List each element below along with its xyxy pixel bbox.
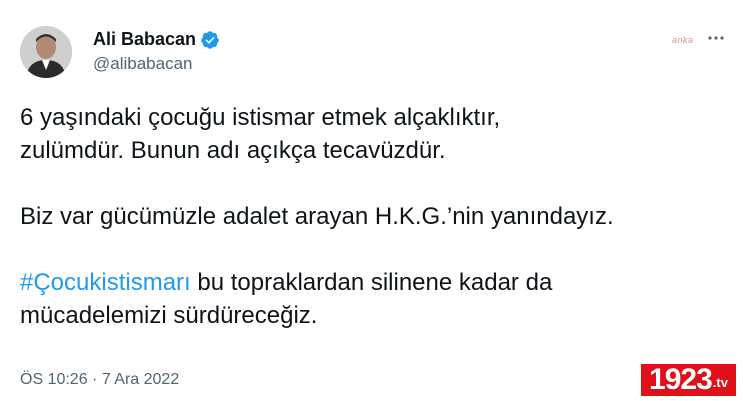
timestamp[interactable]: ÖS 10:26 · 7 Ara 2022 xyxy=(20,371,179,389)
tweet-line: zulümdür. Bunun adı açıkça tecavüzdür. xyxy=(20,137,446,164)
tweet-line: mücadelemizi sürdüreceğiz. xyxy=(20,302,318,329)
watermark-logo: 1923 .tv xyxy=(641,364,736,396)
tweet-card: Ali Babacan @alibabacan anka 6 yaşındaki… xyxy=(0,0,743,401)
tweet-line: bu topraklardan silinene kadar da xyxy=(190,269,553,296)
avatar[interactable] xyxy=(20,26,72,78)
brand-mark-logo: anka xyxy=(672,35,694,45)
tweet-paragraph-2: Biz var gücümüzle adalet arayan H.K.G.’n… xyxy=(20,200,720,233)
hashtag-link[interactable]: #Çocukistismarı xyxy=(20,269,191,296)
tweet-paragraph-3: #Çocukistismarı bu topraklardan silinene… xyxy=(20,266,720,332)
tweet-paragraph-1: 6 yaşındaki çocuğu istismar etmek alçakl… xyxy=(20,101,720,167)
user-handle[interactable]: @alibabacan xyxy=(93,54,193,74)
tweet-line: Biz var gücümüzle adalet arayan H.K.G.’n… xyxy=(20,203,614,230)
tweet-line: 6 yaşındaki çocuğu istismar etmek alçakl… xyxy=(20,104,501,131)
display-name[interactable]: Ali Babacan xyxy=(93,29,196,50)
tweet-text: 6 yaşındaki çocuğu istismar etmek alçakl… xyxy=(20,101,720,332)
watermark-tld: .tv xyxy=(712,375,728,390)
watermark-number: 1923 xyxy=(649,363,713,396)
more-options-icon[interactable] xyxy=(706,28,726,48)
verified-badge-icon xyxy=(200,30,220,50)
name-row: Ali Babacan xyxy=(93,29,220,50)
